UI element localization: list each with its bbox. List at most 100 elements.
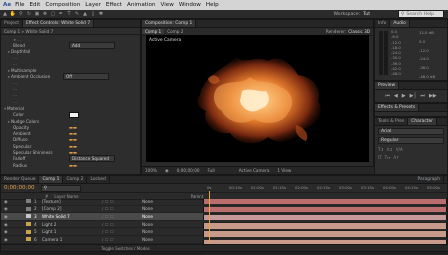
layer-switches[interactable]: ∕ ☐ ☐ — [102, 199, 142, 204]
layer-row[interactable]: ◉ 2 [Comp 2] ∕ ☐ ☐ None — [1, 206, 203, 214]
text-tool-icon[interactable]: T — [66, 11, 72, 17]
layer-name[interactable]: Camera 1 — [42, 237, 102, 242]
prev-frame-icon[interactable]: ◀ — [394, 93, 398, 99]
snapshot-icon[interactable]: ◉ — [165, 168, 169, 173]
tab-comp-1[interactable]: Comp 1 — [39, 176, 64, 183]
layer-label-color[interactable] — [26, 214, 31, 219]
tab-info[interactable]: Info — [375, 20, 391, 27]
opacity-value[interactable]: ▬▬ — [69, 125, 77, 130]
shininess-value[interactable]: ▬▬ — [69, 150, 77, 155]
layer-duration-bar[interactable] — [203, 231, 447, 237]
search-help-input[interactable]: ⚲ Search Help — [398, 10, 444, 18]
parent-select[interactable]: None — [142, 237, 166, 242]
layer-row[interactable]: ◉ 1 [Texture] ∕ ☐ ☐ None — [1, 198, 203, 206]
layer-label-color[interactable] — [26, 222, 31, 227]
renderer-select[interactable]: Classic 3D — [348, 29, 370, 34]
last-frame-icon[interactable]: ⏭ — [420, 93, 425, 99]
menu-layer[interactable]: Layer — [85, 2, 101, 8]
rotate-tool-icon[interactable]: ↻ — [26, 11, 32, 17]
layer-name[interactable]: [Texture] — [42, 199, 102, 204]
visibility-eye-icon[interactable]: ◉ — [4, 199, 10, 204]
comp-2-crumb[interactable]: Comp 2 — [164, 29, 186, 34]
color-swatch[interactable] — [69, 111, 79, 118]
ambient-occlusion-select[interactable]: Off — [63, 73, 109, 81]
visibility-eye-icon[interactable]: ◉ — [4, 237, 10, 242]
hand-tool-icon[interactable]: ✋ — [10, 11, 16, 17]
eraser-tool-icon[interactable]: ▯ — [90, 11, 96, 17]
clone-tool-icon[interactable]: ▲ — [82, 11, 88, 17]
comp-viewport[interactable]: Active Camera — [146, 35, 369, 162]
tab-effect-controls[interactable]: Effect Controls: White Solid 7 — [23, 20, 95, 27]
layer-row[interactable]: ◉ 4 Light 2 ∕ ☐ ☐ None — [1, 221, 203, 229]
blend-select[interactable]: Add — [69, 41, 115, 49]
time-ruler[interactable]: 0s 00:15s 01:00s 01:15s 02:00s 02:15s 03:00s 03… — [203, 184, 447, 192]
current-timecode[interactable]: 0;00;00;00 — [4, 185, 35, 191]
tab-effects-presets[interactable]: Effects & Presets — [375, 104, 420, 111]
tab-locked[interactable]: Locked — [87, 176, 110, 183]
tab-render-queue[interactable]: Render Queue — [1, 176, 40, 183]
layer-label-color[interactable] — [26, 206, 31, 211]
workspace-select[interactable]: Tut — [363, 12, 370, 17]
layer-row[interactable]: ◉ 3 White Solid 7 ∕ ☐ ☐ None — [1, 213, 203, 221]
font-size-icon[interactable]: T↕ — [378, 147, 384, 152]
menu-effect[interactable]: Effect — [106, 2, 122, 8]
horizontal-scale-icon[interactable]: T↔ — [385, 155, 391, 160]
diffuse-value[interactable]: ▬▬ — [69, 137, 77, 142]
playhead[interactable] — [209, 191, 210, 243]
tab-comp-2[interactable]: Comp 2 — [63, 176, 88, 183]
parent-select[interactable]: None — [142, 214, 166, 219]
layer-row[interactable]: ◉ 6 Camera 1 ∕ ☐ ☐ None — [1, 236, 203, 244]
visibility-eye-icon[interactable]: ◉ — [4, 222, 10, 227]
layer-switches[interactable]: ∕ ☐ ☐ — [102, 206, 142, 211]
play-icon[interactable]: ▶ — [402, 93, 406, 99]
tab-audio[interactable]: Audio — [390, 20, 410, 27]
layer-switches[interactable]: ∕ ☐ ☐ — [102, 237, 142, 242]
menu-edit[interactable]: Edit — [30, 2, 41, 8]
vertical-scale-icon[interactable]: IT — [378, 155, 382, 160]
layer-search-input[interactable]: ⚲ — [40, 184, 81, 192]
mask-tool-icon[interactable]: ▢ — [50, 11, 56, 17]
layer-label-color[interactable] — [26, 199, 31, 204]
layer-label-color[interactable] — [26, 229, 31, 234]
camera-tool-icon[interactable]: ▣ — [34, 11, 40, 17]
puppet-tool-icon[interactable]: ✱ — [98, 11, 104, 17]
resolution-select[interactable]: Full — [208, 168, 215, 173]
baseline-icon[interactable]: A↑ — [393, 155, 399, 160]
kerning-icon[interactable]: V/A — [396, 147, 403, 152]
font-family-select[interactable]: Arial — [378, 128, 444, 135]
layer-switches[interactable]: ∕ ☐ ☐ — [102, 222, 142, 227]
parent-select[interactable]: None — [142, 199, 166, 204]
zoom-tool-icon[interactable]: ⚲ — [18, 11, 24, 17]
selection-tool-icon[interactable]: ▲ — [2, 11, 8, 17]
menu-window[interactable]: Window — [179, 2, 201, 8]
timecode-mini[interactable]: 0;00;00;00 — [177, 168, 200, 173]
layer-label-color[interactable] — [26, 237, 31, 242]
menu-help[interactable]: Help — [206, 2, 219, 8]
layer-duration-bar[interactable] — [203, 198, 447, 204]
visibility-eye-icon[interactable]: ◉ — [4, 229, 10, 234]
leading-icon[interactable]: A↕ — [387, 147, 393, 152]
menu-composition[interactable]: Composition — [45, 2, 80, 8]
parent-select[interactable]: None — [142, 206, 166, 211]
pan-behind-tool-icon[interactable]: ✥ — [42, 11, 48, 17]
visibility-eye-icon[interactable]: ◉ — [4, 206, 10, 211]
zoom-select[interactable]: 100% — [145, 168, 157, 173]
layer-duration-bar[interactable] — [203, 223, 447, 229]
font-style-select[interactable]: Regular — [378, 137, 444, 144]
visibility-eye-icon[interactable]: ◉ — [4, 214, 10, 219]
layer-name[interactable]: [Comp 2] — [42, 206, 102, 211]
comp-1-crumb[interactable]: Comp 1 — [142, 29, 165, 34]
layer-switches[interactable]: ∕ ☐ ☐ — [102, 229, 142, 234]
layer-switches[interactable]: ∕ ☐ ☐ — [102, 214, 142, 219]
tab-preview[interactable]: Preview — [375, 82, 400, 89]
tab-project[interactable]: Project — [1, 20, 24, 27]
layer-duration-bar[interactable] — [203, 214, 447, 221]
brush-tool-icon[interactable]: ✎ — [74, 11, 80, 17]
layer-name[interactable]: White Solid 7 — [42, 214, 102, 219]
toggle-switches-modes[interactable]: Toggle Switches / Modes — [101, 246, 150, 251]
parent-select[interactable]: None — [142, 229, 166, 234]
parent-select[interactable]: None — [142, 222, 166, 227]
layer-row[interactable]: ◉ 5 Light 1 ∕ ☐ ☐ None — [1, 228, 203, 236]
ram-preview-icon[interactable]: ▶▶ — [429, 93, 437, 99]
tab-character[interactable]: Character — [408, 118, 437, 125]
